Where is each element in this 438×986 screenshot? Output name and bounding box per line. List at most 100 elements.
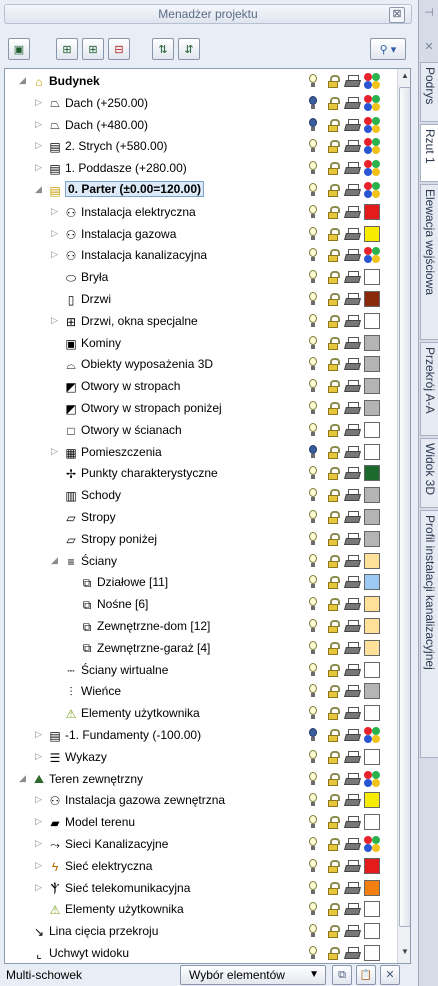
collapse-toggle-icon[interactable]: ◢: [35, 184, 42, 195]
tree-row[interactable]: ⚠ Elementy użytkownika: [5, 899, 395, 921]
printer-icon[interactable]: [344, 620, 361, 634]
layer-color-swatch[interactable]: [364, 923, 380, 940]
lock-icon[interactable]: [326, 707, 340, 721]
visibility-bulb-icon[interactable]: [308, 662, 318, 677]
tree-row[interactable]: ⧉ Zewnętrzne-garaż [4]: [5, 638, 395, 660]
tree-row[interactable]: ⚠ Elementy użytkownika: [5, 703, 395, 725]
tree-row-label[interactable]: Sieć telekomunikacyjna: [65, 881, 190, 895]
layer-color-swatch[interactable]: [364, 400, 380, 416]
printer-icon[interactable]: [344, 467, 361, 481]
tree-row-label[interactable]: Działowe [11]: [97, 575, 168, 589]
tree-row[interactable]: ▱ Stropy: [5, 507, 395, 529]
close-icon[interactable]: ✕: [423, 40, 435, 53]
pin-icon[interactable]: ⊣: [423, 6, 435, 19]
visibility-bulb-icon[interactable]: [308, 728, 318, 742]
expand-toggle-icon[interactable]: ▷: [51, 315, 58, 326]
visibility-bulb-icon[interactable]: [308, 401, 318, 415]
visibility-bulb-icon[interactable]: [308, 161, 318, 175]
tree-row-label[interactable]: Instalacja kanalizacyjna: [81, 248, 207, 262]
layer-color-swatch[interactable]: [364, 596, 380, 613]
tree-row-label[interactable]: Instalacja gazowa: [81, 227, 176, 241]
copy-button[interactable]: ⧉: [332, 965, 352, 985]
multi-color-icon[interactable]: [364, 836, 380, 852]
expand-toggle-icon[interactable]: ▷: [35, 751, 42, 762]
tree-row[interactable]: ◩ Otwory w stropach poniżej: [5, 398, 395, 420]
layer-color-swatch[interactable]: [364, 792, 380, 809]
tree-row[interactable]: ◢ ⌂ Budynek: [5, 71, 395, 93]
scroll-up-arrow[interactable]: ▲: [398, 71, 410, 85]
tree-row-label[interactable]: Zewnętrzne-dom [12]: [97, 619, 210, 633]
tree-row[interactable]: ⬭ Bryła: [5, 267, 395, 289]
printer-icon[interactable]: [344, 816, 361, 830]
tree-row[interactable]: ⧉ Zewnętrzne-dom [12]: [5, 616, 395, 638]
visibility-bulb-icon[interactable]: [308, 117, 318, 132]
printer-icon[interactable]: [344, 532, 361, 547]
layer-color-swatch[interactable]: [364, 574, 380, 591]
expand-toggle-icon[interactable]: ▷: [51, 446, 58, 457]
lock-icon[interactable]: [326, 511, 340, 524]
printer-icon[interactable]: [344, 859, 361, 874]
expand-toggle-icon[interactable]: ▷: [35, 140, 42, 151]
tree-row[interactable]: ▷ ⏢ Dach (+250.00): [5, 93, 395, 115]
layer-color-swatch[interactable]: [364, 945, 380, 961]
tab-profil-instalacji[interactable]: Profil instalacji kanalizacyjnej: [420, 510, 438, 758]
tree-row[interactable]: ▷ ▤ 2. Strych (+580.00): [5, 136, 395, 158]
lock-icon[interactable]: [326, 140, 340, 154]
visibility-bulb-icon[interactable]: [308, 858, 318, 873]
visibility-bulb-icon[interactable]: [308, 837, 318, 851]
visibility-bulb-icon[interactable]: [308, 74, 318, 88]
lock-icon[interactable]: [326, 467, 340, 481]
tree-row-label[interactable]: Zewnętrzne-garaż [4]: [97, 641, 210, 655]
tree-row[interactable]: ↘ Lina cięcia przekroju: [5, 921, 395, 943]
tree-row-label[interactable]: Dach (+250.00): [65, 96, 148, 110]
multi-color-icon[interactable]: [364, 770, 380, 787]
lock-icon[interactable]: [326, 380, 340, 394]
printer-icon[interactable]: [344, 140, 361, 154]
visibility-bulb-icon[interactable]: [308, 575, 318, 589]
lock-icon[interactable]: [326, 947, 340, 960]
printer-icon[interactable]: [344, 293, 361, 307]
visibility-bulb-icon[interactable]: [308, 771, 318, 786]
visibility-bulb-icon[interactable]: [308, 95, 318, 110]
layer-color-swatch[interactable]: [364, 334, 380, 351]
lock-icon[interactable]: [326, 162, 340, 176]
lock-icon[interactable]: [326, 445, 340, 459]
tree-scrollbar[interactable]: ▲ ▼: [397, 69, 410, 963]
lock-icon[interactable]: [326, 532, 340, 546]
printer-icon[interactable]: [344, 511, 361, 525]
tab-rzut-1[interactable]: Rzut 1: [420, 124, 438, 182]
panel-close-button[interactable]: ⊠: [389, 7, 405, 23]
visibility-bulb-icon[interactable]: [308, 815, 318, 829]
multi-color-icon[interactable]: [364, 727, 380, 743]
expand-toggle-icon[interactable]: ▷: [35, 860, 42, 871]
layer-color-swatch[interactable]: [364, 552, 380, 569]
printer-icon[interactable]: [344, 118, 361, 133]
multi-color-icon[interactable]: [364, 116, 380, 133]
printer-icon[interactable]: [344, 336, 361, 351]
tree-row[interactable]: ◢ ⛰ Teren zewnętrzny: [5, 769, 395, 791]
layer-color-swatch[interactable]: [364, 639, 380, 656]
layer-color-swatch[interactable]: [364, 443, 380, 460]
visibility-bulb-icon[interactable]: [308, 444, 318, 459]
layer-color-swatch[interactable]: [364, 901, 380, 918]
printer-icon[interactable]: [344, 750, 361, 765]
layer-color-swatch[interactable]: [364, 487, 380, 504]
visibility-bulb-icon[interactable]: [308, 335, 318, 350]
lock-icon[interactable]: [326, 423, 340, 437]
visibility-bulb-icon[interactable]: [308, 466, 318, 480]
visibility-bulb-icon[interactable]: [308, 270, 318, 284]
lock-icon[interactable]: [326, 205, 340, 219]
visibility-bulb-icon[interactable]: [308, 706, 318, 720]
move-up-button[interactable]: ⇅: [152, 38, 174, 60]
lock-icon[interactable]: [326, 249, 340, 263]
tree-row[interactable]: □ Otwory w ścianach: [5, 420, 395, 442]
tree-row-label[interactable]: Drzwi, okna specjalne: [81, 314, 198, 328]
tree-row[interactable]: ▷ ⚇ Instalacja elektryczna: [5, 202, 395, 224]
printer-icon[interactable]: [344, 598, 361, 612]
tree-row-label[interactable]: Instalacja elektryczna: [81, 205, 196, 219]
printer-icon[interactable]: [344, 205, 361, 220]
printer-icon[interactable]: [344, 641, 361, 656]
tree-row-label[interactable]: Otwory w stropach: [81, 379, 180, 393]
tree-row-label[interactable]: 0. Parter (±0.00=120.00): [65, 181, 205, 197]
tree-row[interactable]: ◢ ▤ 0. Parter (±0.00=120.00): [5, 180, 395, 202]
